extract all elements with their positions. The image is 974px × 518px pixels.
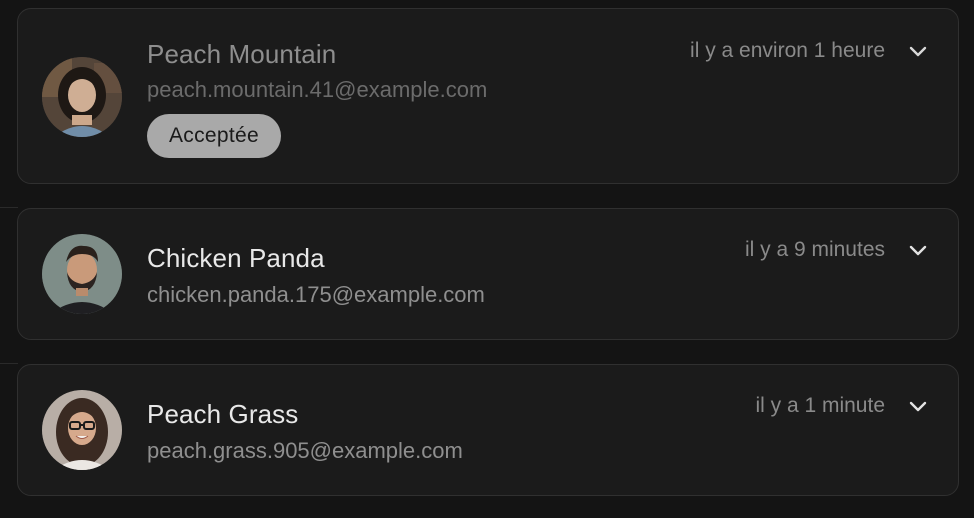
chevron-down-icon[interactable]: [906, 394, 930, 418]
avatar: [42, 57, 122, 137]
request-timestamp: il y a environ 1 heure: [690, 39, 885, 62]
chevron-down-icon[interactable]: [906, 39, 930, 63]
status-badge: Acceptée: [147, 114, 281, 158]
divider: [0, 207, 18, 208]
request-timestamp: il y a 9 minutes: [744, 238, 885, 261]
chevron-down-icon[interactable]: [906, 238, 930, 262]
contact-email: peach.mountain.41@example.com: [147, 77, 488, 102]
contact-email: peach.grass.905@example.com: [147, 438, 463, 463]
avatar: [42, 234, 122, 314]
divider: [0, 363, 18, 364]
request-list: Peach Mountain peach.mountain.41@example…: [0, 0, 974, 518]
request-timestamp: il y a 1 minute: [755, 394, 885, 417]
woman-dark-hair-avatar-icon: [42, 57, 122, 137]
man-beard-avatar-icon: [42, 234, 122, 314]
contact-name: Peach Grass: [147, 399, 299, 429]
request-card-chicken-panda[interactable]: Chicken Panda chicken.panda.175@example.…: [17, 208, 959, 340]
contact-name: Peach Mountain: [147, 39, 337, 69]
request-card-peach-mountain[interactable]: Peach Mountain peach.mountain.41@example…: [17, 8, 959, 184]
contact-email: chicken.panda.175@example.com: [147, 282, 485, 307]
woman-glasses-avatar-icon: [42, 390, 122, 470]
contact-name: Chicken Panda: [147, 243, 325, 273]
request-card-peach-grass[interactable]: Peach Grass peach.grass.905@example.com …: [17, 364, 959, 496]
avatar: [42, 390, 122, 470]
